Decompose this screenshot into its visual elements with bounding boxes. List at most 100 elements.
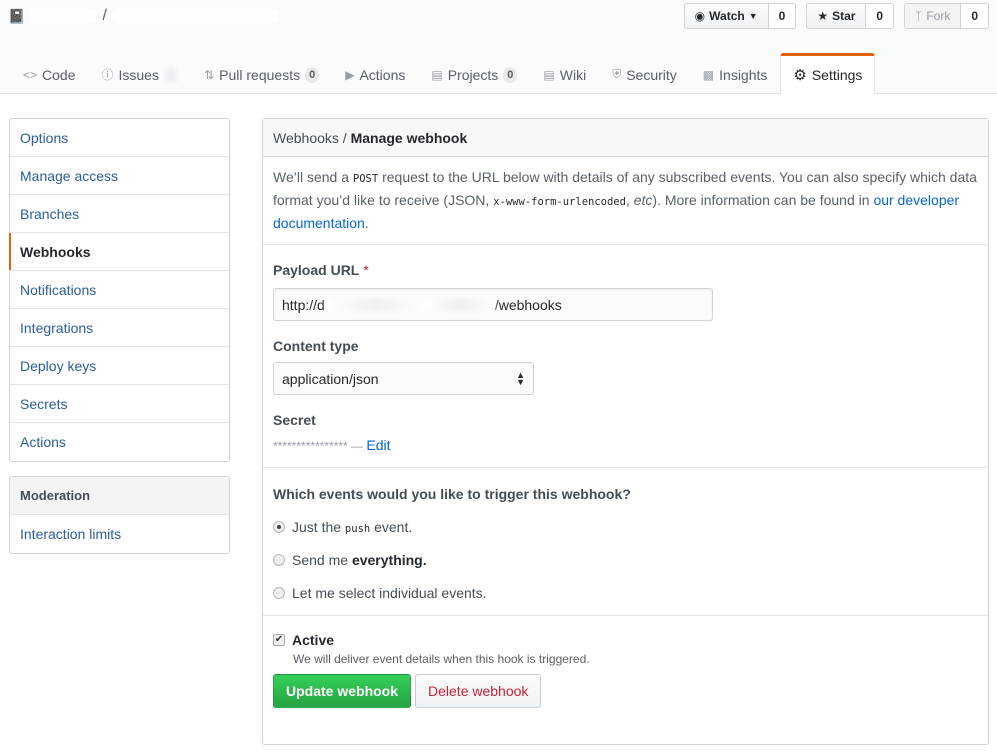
secret-row: **************** — Edit (273, 437, 978, 453)
tab-insights[interactable]: ▩ Insights (690, 53, 781, 94)
fork-group: ᛉ Fork 0 (904, 3, 989, 29)
option-bold-text: everything. (351, 552, 427, 568)
content-type-label: Content type (273, 338, 359, 354)
intro-part: . (364, 215, 369, 231)
intro-part: , (625, 192, 634, 208)
update-webhook-button[interactable]: Update webhook (273, 674, 412, 708)
breadcrumb-webhooks-link[interactable]: Webhooks (273, 130, 339, 146)
secret-dash: — (347, 439, 367, 453)
pull-requests-counter: 0 (305, 66, 320, 83)
content-type-select[interactable]: application/json ▲ ▼ (273, 362, 534, 395)
tab-wiki[interactable]: ▤ Wiki (530, 53, 599, 94)
tab-issues[interactable]: ⓘ Issues (88, 53, 191, 94)
config-section: Payload URL * http://d/webhooks Content … (263, 245, 988, 468)
star-icon: ★ (817, 9, 829, 23)
watch-label: Watch (709, 9, 745, 23)
radio-unchecked[interactable] (273, 554, 285, 566)
graph-icon: ▩ (702, 67, 715, 82)
active-checkbox[interactable]: ✔ (273, 634, 285, 646)
delete-webhook-button[interactable]: Delete webhook (415, 674, 542, 708)
events-question: Which events would you like to trigger t… (273, 486, 631, 502)
tab-label: Security (626, 66, 677, 83)
payload-url-input[interactable]: http://d/webhooks (273, 288, 713, 321)
watch-count[interactable]: 0 (768, 3, 797, 29)
manage-webhook-panel: Webhooks / Manage webhook We’ll send a P… (262, 118, 989, 745)
repo-name-link[interactable] (112, 10, 278, 22)
secret-masked: **************** (273, 439, 348, 453)
settings-menu: Options Manage access Branches Webhooks … (9, 118, 230, 462)
option-label: Let me select individual events. (292, 585, 487, 601)
menu-item-notifications[interactable]: Notifications (10, 271, 229, 309)
menu-item-secrets[interactable]: Secrets (10, 385, 229, 423)
tab-pull-requests[interactable]: ⇅ Pull requests 0 (191, 53, 332, 94)
payload-url-label: Payload URL * (273, 262, 978, 278)
menu-item-deploy-keys[interactable]: Deploy keys (10, 347, 229, 385)
fork-label: Fork (926, 9, 951, 23)
menu-item-webhooks[interactable]: Webhooks (9, 233, 229, 271)
secret-edit-link[interactable]: Edit (366, 437, 390, 453)
event-option-push[interactable]: Just the push event. (273, 519, 978, 535)
breadcrumb-separator: / (338, 130, 351, 146)
payload-url-prefix: http://d (282, 296, 325, 313)
fork-count[interactable]: 0 (961, 3, 989, 29)
active-label: Active (292, 632, 335, 648)
secret-label: Secret (273, 412, 316, 428)
tab-settings[interactable]: ⚙ Settings (780, 53, 876, 94)
tab-actions[interactable]: ▶ Actions (332, 53, 418, 94)
intro-text: We’ll send a POST request to the URL bel… (263, 157, 988, 245)
tab-label: Insights (719, 66, 768, 83)
intro-part: ). More information can be found in (652, 192, 874, 208)
star-label: Star (832, 9, 856, 23)
radio-unchecked[interactable] (273, 587, 285, 599)
intro-part: We’ll send a (273, 169, 353, 185)
page-title: Manage webhook (350, 130, 468, 146)
event-option-everything[interactable]: Send me everything. (273, 552, 978, 568)
star-count[interactable]: 0 (866, 3, 895, 29)
tab-label: Wiki (559, 66, 587, 83)
menu-item-integrations[interactable]: Integrations (10, 309, 229, 347)
form-buttons: Update webhook Delete webhook (273, 674, 978, 708)
events-section: Which events would you like to trigger t… (263, 468, 988, 616)
event-option-individual[interactable]: Let me select individual events. (273, 585, 978, 601)
tab-label: Code (42, 66, 76, 83)
menu-item-interaction-limits[interactable]: Interaction limits (10, 515, 229, 553)
pull-request-icon: ⇅ (204, 67, 215, 82)
tab-label: Settings (811, 66, 863, 83)
watch-group: ◉ Watch ▼ 0 (683, 3, 797, 29)
projects-counter: 0 (503, 66, 518, 83)
menu-item-branches[interactable]: Branches (10, 195, 229, 233)
urlencoded-code: x-www-form-urlencoded (493, 196, 626, 208)
repo-owner-link[interactable] (31, 10, 97, 22)
post-code: POST (352, 173, 379, 185)
required-mark: * (363, 262, 369, 278)
watch-button[interactable]: ◉ Watch ▼ (683, 3, 769, 29)
tab-projects[interactable]: ▤ Projects 0 (418, 53, 530, 94)
star-button[interactable]: ★ Star (806, 3, 867, 29)
star-group: ★ Star 0 (806, 3, 895, 29)
push-code: push (344, 523, 371, 535)
tab-label: Projects (447, 66, 499, 83)
option-text: event. (370, 519, 413, 535)
menu-item-manage-access[interactable]: Manage access (10, 157, 229, 195)
tab-label: Issues (118, 66, 159, 83)
eye-icon: ◉ (694, 9, 706, 23)
book-icon: ▤ (543, 67, 555, 82)
fork-icon: ᛉ (915, 9, 923, 23)
repo-nav-tabs: <> Code ⓘ Issues ⇅ Pull requests 0 ▶ Act… (10, 53, 876, 94)
menu-item-actions[interactable]: Actions (10, 423, 229, 461)
etc-text: etc (633, 192, 653, 208)
tab-security[interactable]: ⛨ Security (599, 53, 690, 94)
play-icon: ▶ (345, 67, 355, 82)
payload-url-suffix: /webhooks (494, 296, 562, 313)
tab-code[interactable]: <> Code (10, 53, 88, 94)
menu-item-options[interactable]: Options (10, 119, 229, 157)
option-label: Just the push event. (292, 519, 412, 535)
option-text: Send me (292, 552, 352, 568)
radio-checked[interactable] (273, 521, 285, 533)
repo-header: 📓 / ◉ Watch ▼ 0 ★ Star 0 ᛉ Fork 0 <> Cod… (0, 0, 997, 94)
repo-title: 📓 / (8, 6, 278, 26)
active-checkbox-row[interactable]: ✔ Active (273, 632, 978, 648)
active-note: We will deliver event details when this … (293, 652, 590, 666)
fork-button[interactable]: ᛉ Fork (904, 3, 962, 29)
moderation-heading: Moderation (10, 477, 229, 515)
